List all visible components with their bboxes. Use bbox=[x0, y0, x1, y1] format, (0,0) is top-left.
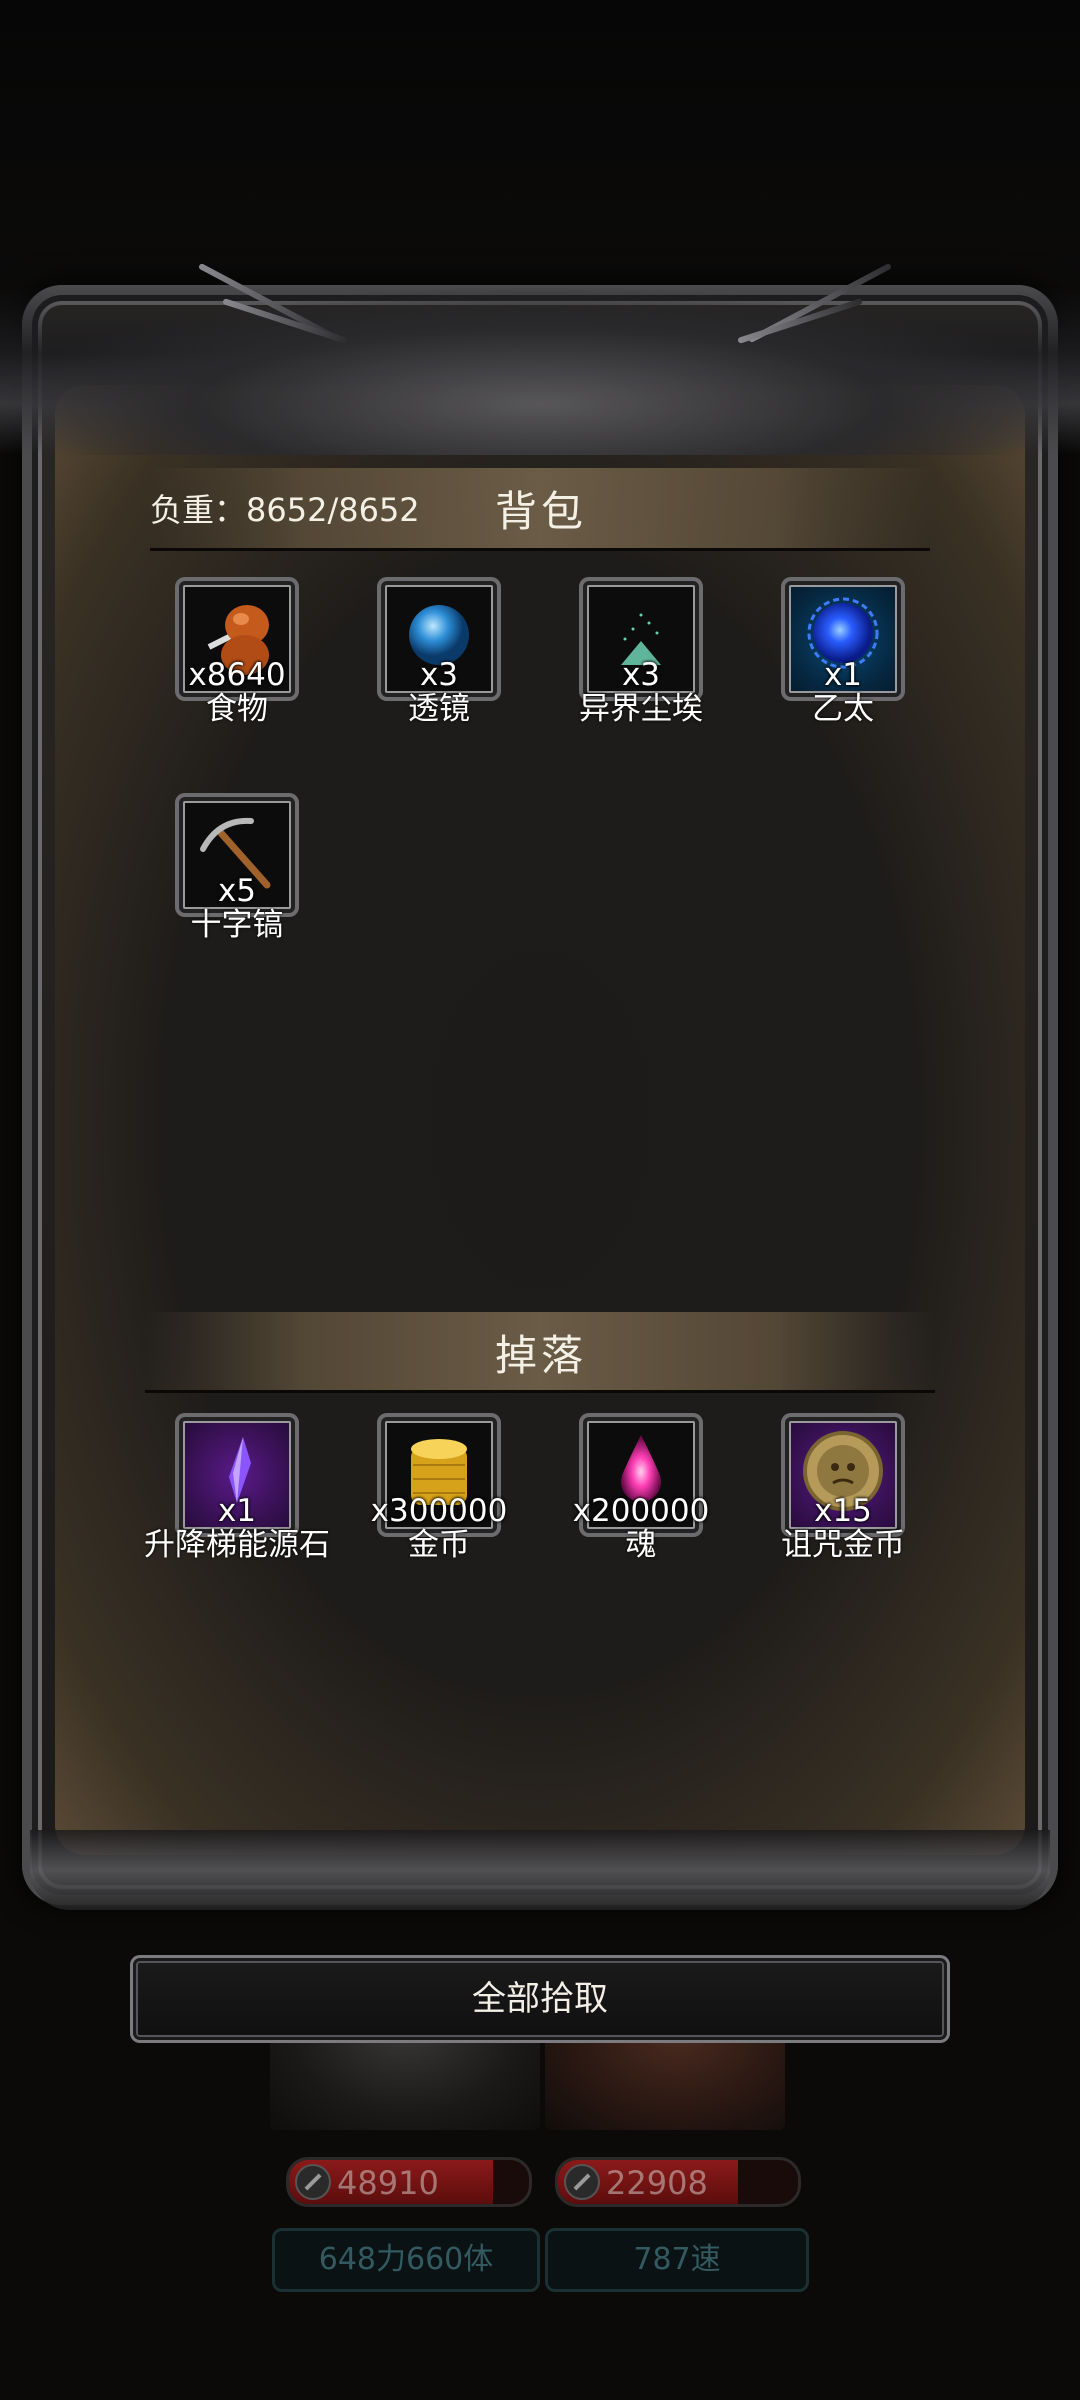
item-quantity: x1 bbox=[217, 1493, 257, 1529]
item-name: 魂 bbox=[625, 1527, 657, 1563]
hp-value: 22908 bbox=[606, 2164, 708, 2202]
item-name: 异界尘埃 bbox=[579, 691, 703, 727]
item-quantity: x15 bbox=[814, 1493, 872, 1529]
pick-all-button[interactable]: 全部拾取 bbox=[130, 1955, 950, 2043]
item-quantity: x1 bbox=[823, 657, 863, 693]
item-quantity: x300000 bbox=[370, 1493, 508, 1529]
hp-bar-right: 22908 bbox=[555, 2157, 801, 2207]
item-name: 诅咒金币 bbox=[781, 1527, 905, 1563]
item-quantity: x8640 bbox=[188, 657, 286, 693]
drop-item-soul[interactable]: x200000 魂 bbox=[554, 1413, 754, 1603]
stat-box-left: 648力660体 bbox=[272, 2228, 540, 2292]
item-quantity: x5 bbox=[217, 873, 257, 909]
item-name: 乙太 bbox=[812, 691, 874, 727]
item-quantity: x200000 bbox=[572, 1493, 710, 1529]
item-name: 升降梯能源石 bbox=[144, 1527, 330, 1563]
item-name: 十字镐 bbox=[190, 907, 284, 943]
item-name: 金币 bbox=[408, 1527, 470, 1563]
backpack-item-ether[interactable]: x1 乙太 bbox=[756, 577, 956, 767]
sword-icon bbox=[295, 2164, 331, 2200]
hp-value: 48910 bbox=[337, 2164, 439, 2202]
frame-ornament-bottom bbox=[30, 1830, 1050, 1910]
divider bbox=[145, 1390, 935, 1393]
sword-icon bbox=[564, 2164, 600, 2200]
background-top bbox=[0, 0, 1080, 300]
drop-item-gold[interactable]: x300000 金币 bbox=[352, 1413, 552, 1603]
drop-item-crystal[interactable]: x1 升降梯能源石 bbox=[144, 1413, 350, 1603]
weight-label: 负重：8652/8652 bbox=[150, 491, 420, 529]
item-quantity: x3 bbox=[419, 657, 459, 693]
backpack-title: 背包 bbox=[495, 487, 588, 536]
divider bbox=[150, 548, 930, 551]
stat-box-right: 787速 bbox=[545, 2228, 809, 2292]
item-name: 食物 bbox=[206, 691, 268, 727]
hp-bar-left: 48910 bbox=[286, 2157, 532, 2207]
drops-title: 掉落 bbox=[495, 1331, 588, 1380]
backpack-item-food[interactable]: x8640 食物 bbox=[150, 577, 350, 767]
backpack-item-lens[interactable]: x3 透镜 bbox=[352, 577, 552, 767]
backpack-item-dust[interactable]: x3 异界尘埃 bbox=[554, 577, 754, 767]
item-name: 透镜 bbox=[408, 691, 470, 727]
backpack-item-pickaxe[interactable]: x5 十字镐 bbox=[150, 793, 350, 983]
item-quantity: x3 bbox=[621, 657, 661, 693]
drop-item-cursed-coin[interactable]: x15 诅咒金币 bbox=[756, 1413, 956, 1603]
